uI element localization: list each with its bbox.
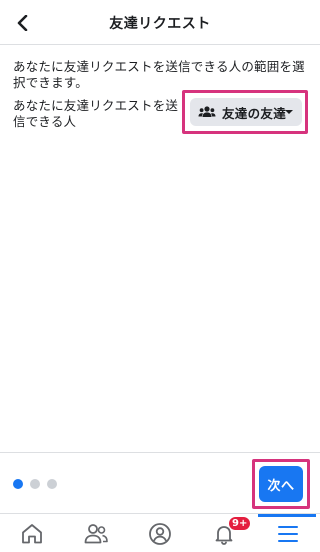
- people-icon: [198, 105, 216, 119]
- notification-badge: 9+: [228, 516, 252, 531]
- setting-label: あなたに友達リクエストを送信できる人: [13, 98, 179, 129]
- tab-menu[interactable]: [256, 514, 320, 552]
- audience-label: 友達の友達: [222, 105, 287, 121]
- pagination-dot-1: [13, 479, 23, 489]
- caret-down-icon: [285, 110, 293, 114]
- home-icon: [22, 523, 42, 543]
- pagination-dot-3: [47, 479, 57, 489]
- description-text: あなたに友達リクエストを送信できる人の範囲を選択できます。: [13, 59, 305, 90]
- pagination-dots: [13, 479, 57, 489]
- audience-selector[interactable]: 友達の友達: [190, 98, 302, 126]
- footer-divider: [0, 452, 320, 453]
- friends-icon: [84, 523, 108, 543]
- bottom-tab-bar: [0, 513, 320, 552]
- profile-icon: [149, 522, 171, 545]
- menu-icon: [278, 525, 298, 542]
- tab-active-indicator: [258, 514, 316, 517]
- page-title: 友達リクエスト: [109, 16, 211, 32]
- pagination-dot-2: [30, 479, 40, 489]
- next-button[interactable]: 次へ: [259, 466, 303, 502]
- tab-home[interactable]: [0, 514, 64, 552]
- header: 友達リクエスト: [0, 0, 320, 45]
- tab-friends[interactable]: [64, 514, 128, 552]
- tab-profile[interactable]: [128, 514, 192, 552]
